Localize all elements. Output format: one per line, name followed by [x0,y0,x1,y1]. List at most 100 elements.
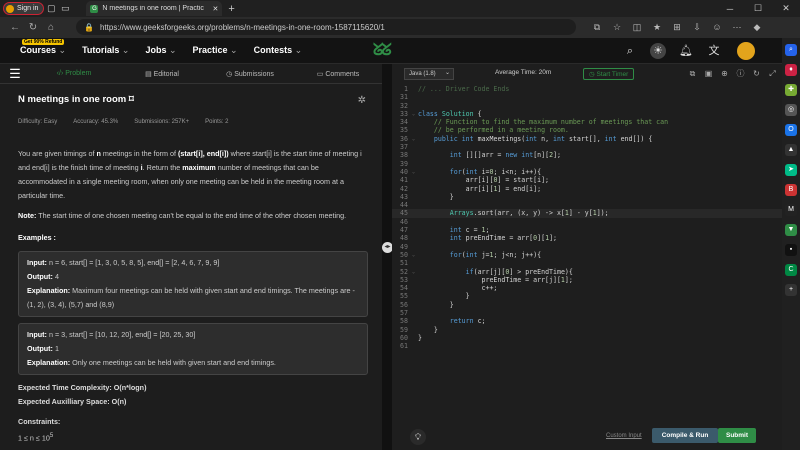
reset-icon[interactable]: ↻ [752,68,761,80]
code-editor[interactable]: 1 // ... Driver Code Ends 31 32 33 ⌄ class Sol… [392,85,782,397]
code-line[interactable]: 46 [392,218,782,226]
code-line[interactable]: 47 int c = 1; [392,226,782,234]
fold-gutter[interactable] [412,309,418,317]
tab-submissions[interactable]: ◷ Submissions [206,70,294,78]
code-line[interactable]: 37 [392,143,782,151]
favorites-icon[interactable]: ★ [650,20,664,34]
outlook-icon[interactable]: O [785,124,797,136]
url-bar[interactable]: 🔒 https://www.geeksforgeeks.org/problems/… [76,19,576,35]
fold-gutter[interactable] [412,143,418,151]
app-icon-b[interactable]: B [785,184,797,196]
fullscreen-icon[interactable]: ⤢ [768,68,777,80]
code-line[interactable]: 59 } [392,326,782,334]
bug-report-icon[interactable]: ✲ [358,94,366,108]
vertical-tabs-icon[interactable]: ▭ [58,2,72,16]
split-screen-icon[interactable]: ◫ [630,20,644,34]
code-line[interactable]: 55 } [392,292,782,300]
tab-actions-icon[interactable]: ▢ [44,2,58,16]
code-line[interactable]: 49 [392,243,782,251]
code-line[interactable]: 34 // Function to find the maximum numbe… [392,118,782,126]
app-icon-c[interactable]: C [785,264,797,276]
tab-comments[interactable]: ▭ Comments [294,70,382,78]
translate-icon[interactable]: 文 [706,43,722,59]
close-window-icon[interactable]: ✕ [772,0,800,17]
download-icon[interactable]: ⇩ [690,20,704,34]
code-line[interactable]: 57 [392,309,782,317]
copilot-icon[interactable]: ◆ [750,20,764,34]
fold-gutter[interactable] [412,342,418,350]
menu-practice[interactable]: Practice [193,45,238,56]
app-icon-terminal[interactable]: ▪ [785,244,797,256]
code-line[interactable]: 31 [392,93,782,101]
fold-gutter[interactable] [412,259,418,267]
fold-gutter[interactable] [412,201,418,209]
back-icon[interactable]: ← [6,22,24,33]
maximize-icon[interactable]: ☐ [744,0,772,17]
more-icon[interactable]: ⋯ [730,20,744,34]
fold-gutter[interactable] [412,102,418,110]
code-line[interactable]: 61 [392,342,782,350]
telegram-icon[interactable]: ➤ [785,164,797,176]
fold-gutter[interactable] [412,243,418,251]
paste-icon[interactable]: ▣ [704,68,713,80]
tools-icon[interactable]: ✚ [785,84,797,96]
close-tab-icon[interactable]: ✕ [213,5,219,13]
code-line[interactable]: 39 [392,160,782,168]
add-sidebar-icon[interactable]: + [785,284,797,296]
fold-gutter[interactable] [412,93,418,101]
code-line[interactable]: 52 ⌄ if(arr[j][0] > preEndTime){ [392,268,782,276]
custom-input-link[interactable]: Custom Input [606,433,642,439]
menu-contests[interactable]: Contests [254,45,303,56]
info-icon[interactable]: ⓘ [736,68,745,80]
code-line[interactable]: 53 preEndTime = arr[j][1]; [392,276,782,284]
refresh-icon[interactable]: ↻ [24,22,42,33]
code-line[interactable]: 43 } [392,193,782,201]
code-line[interactable]: 50 ⌄ for(int j=1; j<n; j++){ [392,251,782,259]
bell-icon[interactable]: 🔔︎ [678,43,694,59]
start-timer-button[interactable]: ◷ Start Timer [583,68,635,80]
menu-courses[interactable]: Courses [20,45,66,56]
copy-icon[interactable]: ⧉ [688,68,697,80]
bookmark-icon[interactable]: ⌑ [129,94,134,105]
code-line[interactable]: 45 Arrays.sort(arr, (x, y) -> x[1] - y[1… [392,209,782,218]
home-icon[interactable]: ⌂ [42,22,60,33]
new-tab-icon[interactable]: + [228,3,234,15]
shopping-icon[interactable]: ♦ [785,64,797,76]
code-line[interactable]: 56 } [392,301,782,309]
code-line[interactable]: 42 arr[i][1] = end[i]; [392,185,782,193]
panel-splitter[interactable]: ◂▸ [382,64,393,450]
collections-icon[interactable]: ⊞ [670,20,684,34]
fold-gutter[interactable] [412,160,418,168]
gfg-sidebar-icon[interactable]: ▼ [785,224,797,236]
code-line[interactable]: 48 int preEndTime = arr[0][1]; [392,234,782,242]
code-line[interactable]: 32 [392,102,782,110]
gfg-logo[interactable]: ᘜᘜ [373,42,392,60]
theme-toggle-icon[interactable]: ☀ [650,43,666,59]
signin-button[interactable]: Sign in [3,2,45,15]
code-line[interactable]: 38 int [][]arr = new int[n][2]; [392,151,782,159]
language-select[interactable]: Java (1.8) [404,68,454,80]
minimize-icon[interactable]: ─ [716,0,744,17]
search-sidebar-icon[interactable]: ⌕ [785,44,797,56]
browser-tab[interactable]: G N meetings in one room | Practic ✕ [86,1,223,16]
favorite-icon[interactable]: ☆ [610,20,624,34]
drive-icon[interactable]: ▲ [785,144,797,156]
code-line[interactable]: 35 // be performed in a meeting room. [392,126,782,134]
hamburger-menu-icon[interactable]: ☰ [0,66,30,82]
account-icon[interactable]: ☺ [710,20,724,34]
lightbulb-icon[interactable]: 💡︎ [410,429,426,445]
code-line[interactable]: 51 [392,259,782,267]
user-avatar[interactable] [737,42,755,60]
code-line[interactable]: 36 ⌄ public int maxMeetings(int n, int st… [392,135,782,143]
menu-tutorials[interactable]: Tutorials [82,45,129,56]
code-line[interactable]: 33 ⌄ class Solution { [392,110,782,118]
fold-gutter[interactable] [412,218,418,226]
submit-button[interactable]: Submit [718,428,756,443]
code-line[interactable]: 40 ⌄ for(int i=0; i<n; i++){ [392,168,782,176]
code-line[interactable]: 58 return c; [392,317,782,325]
code-line[interactable]: 60} [392,334,782,342]
extension-icon[interactable]: ⧉ [590,20,604,34]
tab-problem[interactable]: ‹/› Problem [30,70,118,77]
search-icon[interactable]: ⌕ [622,43,638,59]
code-line[interactable]: 54 c++; [392,284,782,292]
